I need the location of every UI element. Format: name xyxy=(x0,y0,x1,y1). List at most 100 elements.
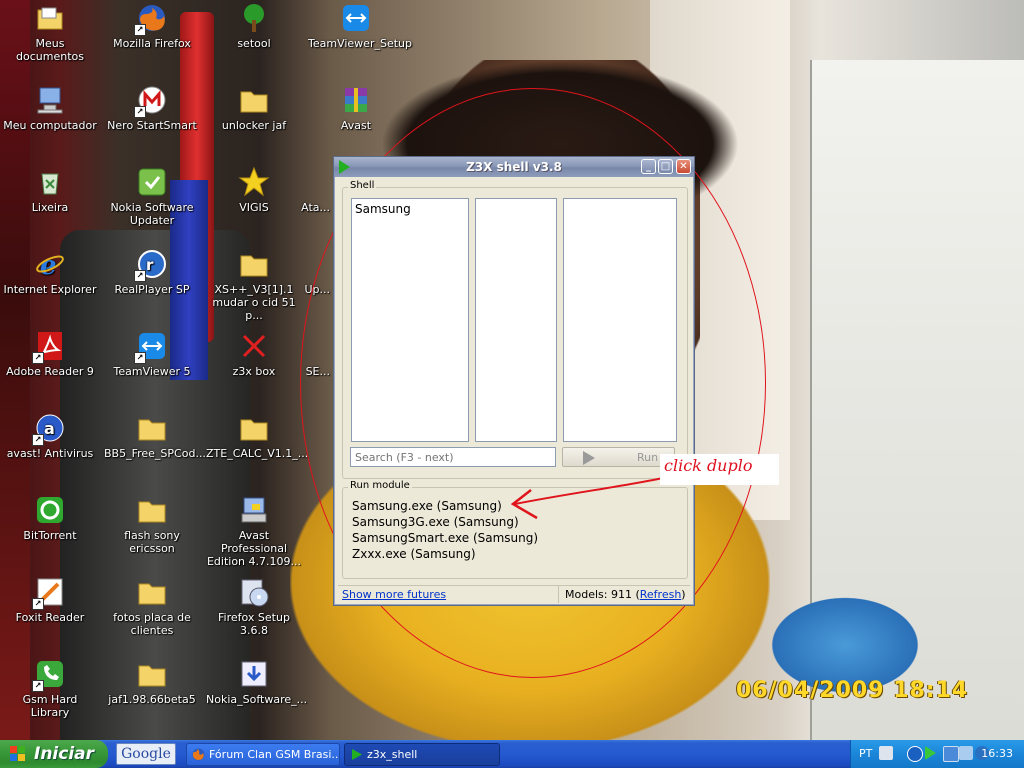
shortcut-arrow-icon: ↗ xyxy=(32,434,44,446)
window-titlebar[interactable]: Z3X shell v3.8 _ □ ✕ xyxy=(334,157,694,177)
desktop-icon-label: Mozilla Firefox xyxy=(113,37,191,50)
firefox-icon: ↗ xyxy=(134,2,168,36)
shortcut-arrow-icon: ↗ xyxy=(32,352,44,364)
desktop-icon-avast-professional[interactable]: Avast Professional Edition 4.7.109... xyxy=(204,494,304,568)
desktop-icon-label: flash sony ericsson xyxy=(124,529,180,555)
maximize-button[interactable]: □ xyxy=(658,159,673,174)
desktop-icon-lixeira[interactable]: Lixeira xyxy=(0,166,100,214)
desktop-icon-teamviewer-setup[interactable]: TeamViewer_Setup xyxy=(306,2,412,50)
keyboard-icon[interactable] xyxy=(879,746,893,760)
folder-icon xyxy=(136,658,168,690)
models-count-suffix: ) xyxy=(681,588,686,601)
avast-icon: a ↗ xyxy=(32,412,66,446)
desktop-icon-label: fotos placa de clientes xyxy=(113,611,191,637)
shortcut-arrow-icon: ↗ xyxy=(32,598,44,610)
desktop-icon-bittorrent[interactable]: BitTorrent xyxy=(0,494,100,542)
desktop-icon-teamviewer-5[interactable]: ↗ TeamViewer 5 xyxy=(102,330,202,378)
desktop-icon-meus-documentos[interactable]: Meus documentos xyxy=(0,2,100,63)
desktop-icon-nokia-software-updater[interactable]: Nokia Software Updater xyxy=(102,166,202,227)
desktop-icon-realplayer[interactable]: r ↗ RealPlayer SP xyxy=(102,248,202,296)
teamviewer-icon xyxy=(340,2,372,34)
folder-icon xyxy=(238,412,270,444)
svg-text:a: a xyxy=(44,419,55,438)
svg-text:e: e xyxy=(40,251,57,280)
search-input[interactable] xyxy=(350,447,556,467)
desktop-icon-avast-antivirus[interactable]: a ↗ avast! Antivirus xyxy=(0,412,100,460)
desktop-icon-label: Meus documentos xyxy=(16,37,84,63)
taskbar-item-z3x-shell[interactable]: z3x_shell xyxy=(344,743,500,766)
z3x-shell-window[interactable]: Z3X shell v3.8 _ □ ✕ Shell Samsung Run R… xyxy=(333,156,695,606)
photo-timestamp: 06/04/2009 18:14 xyxy=(736,678,969,703)
desktop-icon-avast[interactable]: Avast xyxy=(306,84,406,132)
brand-listbox[interactable]: Samsung xyxy=(351,198,469,442)
desktop-icon-flash-sony-ericsson[interactable]: flash sony ericsson xyxy=(102,494,202,555)
desktop-icon-foxit-reader[interactable]: ↗ Foxit Reader xyxy=(0,576,100,624)
desktop-icon-label: setool xyxy=(237,37,271,50)
desktop-icon-zte-calc[interactable]: ZTE_CALC_V1.1_... xyxy=(204,412,308,460)
red-arrow-annotation xyxy=(510,477,664,520)
windows-logo-icon xyxy=(10,746,26,762)
folder-icon xyxy=(238,84,270,116)
desktop-icon-label: avast! Antivirus xyxy=(6,447,94,460)
desktop-icon-label: Foxit Reader xyxy=(15,611,85,624)
module-item[interactable]: SamsungSmart.exe (Samsung) xyxy=(352,530,538,546)
desktop-icon-label: RealPlayer SP xyxy=(114,283,190,296)
desktop-icon-jaf[interactable]: jaf1.98.66beta5 xyxy=(102,658,202,706)
desktop-icon-label: Firefox Setup 3.6.8 xyxy=(218,611,290,637)
play-icon xyxy=(583,451,595,465)
desktop-icon-nokia-software[interactable]: Nokia_Software_... xyxy=(204,658,307,706)
desktop-icon-fotos-placa-de-clientes[interactable]: fotos placa de clientes xyxy=(102,576,202,637)
model-listbox[interactable] xyxy=(475,198,557,442)
desktop-icon-unlocker-jaf[interactable]: unlocker jaf xyxy=(204,84,304,132)
play-app-icon xyxy=(339,160,350,174)
google-toolbar[interactable]: Google xyxy=(116,743,176,765)
start-button[interactable]: Iniciar xyxy=(0,740,108,768)
broken-x-icon xyxy=(238,330,270,362)
desktop-icon-firefox-setup[interactable]: Firefox Setup 3.6.8 xyxy=(204,576,304,637)
desktop-icon-label: BB5_Free_SPCod... xyxy=(104,447,206,460)
recycle-bin-icon xyxy=(34,166,66,198)
show-more-link[interactable]: Show more futures xyxy=(342,588,446,601)
minimize-button[interactable]: _ xyxy=(641,159,656,174)
desktop-icon-label: Meu computador xyxy=(3,119,97,132)
taskbar-item-forum[interactable]: Fórum Clan GSM Brasi... xyxy=(186,743,340,766)
desktop-icon-gsm-hard-library[interactable]: ↗ Gsm Hard Library xyxy=(0,658,100,719)
desktop-icon-label: jaf1.98.66beta5 xyxy=(108,693,196,706)
desktop-icon-internet-explorer[interactable]: e Internet Explorer xyxy=(0,248,100,296)
run-button[interactable]: Run xyxy=(562,447,675,467)
window-statusbar: Show more futures Models: 911 (Refresh) xyxy=(338,585,690,604)
play-tray-icon[interactable] xyxy=(925,746,936,760)
desktop-icon-mozilla-firefox[interactable]: ↗ Mozilla Firefox xyxy=(102,2,202,50)
network-icon[interactable] xyxy=(943,746,959,762)
foxit-reader-icon: ↗ xyxy=(32,576,66,610)
list-item[interactable]: Samsung xyxy=(352,199,468,219)
shortcut-arrow-icon: ↗ xyxy=(134,352,146,364)
teamviewer-icon: ↗ xyxy=(134,330,168,364)
desktop-icon-label: Nero StartSmart xyxy=(107,119,197,132)
setup-disc-icon xyxy=(238,576,270,608)
run-module-group-label: Run module xyxy=(348,480,412,491)
models-count: Models: 911 (Refresh) xyxy=(558,586,686,603)
desktop-icon-bb5-free-spcode[interactable]: BB5_Free_SPCod... xyxy=(102,412,206,460)
desktop-icon-nero-startsmart[interactable]: ↗ Nero StartSmart xyxy=(102,84,202,132)
desktop-icon-adobe-reader[interactable]: ↗ Adobe Reader 9 xyxy=(0,330,100,378)
language-indicator[interactable]: PT xyxy=(859,747,872,760)
refresh-link[interactable]: Refresh xyxy=(640,588,682,601)
desktop-icon-meu-computador[interactable]: Meu computador xyxy=(0,84,100,132)
close-button[interactable]: ✕ xyxy=(676,159,691,174)
system-clock[interactable]: 16:33 xyxy=(981,747,1013,760)
desktop-icon-ata[interactable]: Ata... xyxy=(272,166,332,214)
shortcut-arrow-icon: ↗ xyxy=(134,24,146,36)
adobe-reader-icon: ↗ xyxy=(32,330,66,364)
bittorrent-icon xyxy=(34,494,66,526)
desktop-icon-label: Ata... xyxy=(301,201,330,214)
desktop-icon-setool[interactable]: setool xyxy=(204,2,304,50)
note-text: click duplo xyxy=(664,456,753,475)
show-hidden-icons-chevron[interactable] xyxy=(907,746,923,762)
speaker-icon[interactable] xyxy=(959,746,973,760)
nero-icon: ↗ xyxy=(134,84,168,118)
module-listbox[interactable] xyxy=(563,198,677,442)
installer-icon xyxy=(238,658,270,690)
module-item[interactable]: Zxxx.exe (Samsung) xyxy=(352,546,538,562)
shortcut-arrow-icon: ↗ xyxy=(32,680,44,692)
